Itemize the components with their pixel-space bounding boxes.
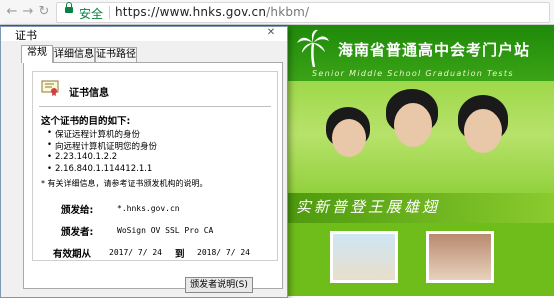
url-host: https://www.hnks.gov.cn <box>115 5 267 19</box>
issued-by-value: WoSign OV SSL Pro CA <box>117 226 214 235</box>
issuer-statement-button[interactable]: 颁发者说明(S) <box>185 277 253 293</box>
close-icon[interactable]: ✕ <box>261 27 281 39</box>
tab-details[interactable]: 详细信息 <box>53 47 95 62</box>
forward-arrow-icon[interactable]: → <box>20 4 36 20</box>
valid-from-label: 有效期从 <box>53 249 92 260</box>
secure-label[interactable]: 安全 <box>79 5 103 22</box>
site-slogan: 实新普登王展雄翅 <box>296 198 441 216</box>
address-separator <box>109 6 110 19</box>
valid-to-label: 到 <box>175 249 185 260</box>
purpose-item: 2.16.840.1.114412.1.1 <box>47 164 152 174</box>
url-text[interactable]: https://www.hnks.gov.cn/hkbm/ <box>115 5 309 19</box>
banner-photo <box>286 81 554 199</box>
url-path: /hkbm/ <box>266 5 310 19</box>
back-arrow-icon[interactable]: ← <box>4 4 20 20</box>
purpose-item: 保证远程计算机的身份 <box>47 128 140 140</box>
tab-general[interactable]: 常规 <box>21 45 53 63</box>
issued-to-label: 颁发给: <box>61 205 94 216</box>
lock-icon[interactable] <box>65 2 73 13</box>
thumbnail-photo[interactable] <box>426 231 494 283</box>
heading-divider <box>39 106 271 107</box>
issued-by-label: 颁发者: <box>61 227 94 238</box>
browser-toolbar: ← → ↻ 安全 https://www.hnks.gov.cn/hkbm/ <box>0 0 554 25</box>
certificate-info-box: 证书信息 这个证书的目的如下: 保证远程计算机的身份 向远程计算机证明您的身份 … <box>32 71 278 261</box>
certificate-icon <box>41 80 59 96</box>
thumbnail-photo[interactable] <box>330 231 398 283</box>
site-subtitle: Senior Middle School Graduation Tests <box>312 69 514 78</box>
dialog-titlebar: 证书 ✕ <box>1 27 287 42</box>
purpose-item: 向远程计算机证明您的身份 <box>47 140 157 152</box>
reload-icon[interactable]: ↻ <box>36 4 52 20</box>
dialog-title: 证书 <box>15 29 37 42</box>
general-tab-panel: 证书信息 这个证书的目的如下: 保证远程计算机的身份 向远程计算机证明您的身份 … <box>23 62 283 289</box>
certificate-heading: 证书信息 <box>69 88 109 99</box>
purpose-item: 2.23.140.1.2.2 <box>47 152 117 162</box>
purpose-title: 这个证书的目的如下: <box>41 116 131 127</box>
valid-from-value: 2017/ 7/ 24 <box>109 248 162 257</box>
valid-to-value: 2018/ 7/ 24 <box>197 248 250 257</box>
address-bar[interactable]: 安全 https://www.hnks.gov.cn/hkbm/ <box>56 2 550 23</box>
tab-certification-path[interactable]: 证书路径 <box>95 47 137 62</box>
more-info-note: * 有关详细信息，请参考证书颁发机构的说明。 <box>41 179 208 188</box>
issued-to-value: *.hnks.gov.cn <box>117 204 180 213</box>
site-title: 海南省普通高中会考门户站 <box>338 41 531 59</box>
certificate-dialog: 证书 ✕ 常规 详细信息 证书路径 证书信息 这个证书的目的如下: 保证远程计算… <box>0 26 288 298</box>
palm-tree-logo <box>297 29 329 67</box>
